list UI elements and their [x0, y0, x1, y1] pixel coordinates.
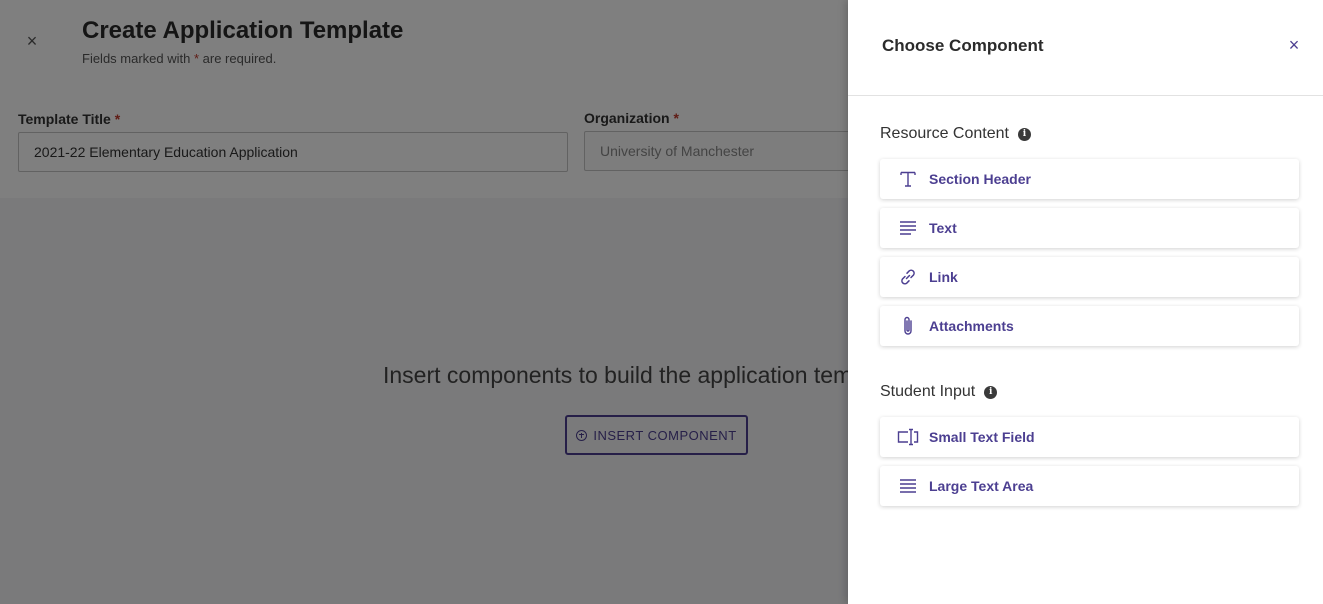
- close-icon[interactable]: ×: [1285, 36, 1303, 54]
- component-label: Text: [929, 220, 957, 236]
- section-resource-content: Resource Content i: [880, 125, 1031, 143]
- component-label: Small Text Field: [929, 429, 1035, 445]
- paperclip-icon: [897, 315, 919, 337]
- component-large-text-area[interactable]: Large Text Area: [880, 466, 1299, 506]
- lines-icon: [897, 475, 919, 497]
- link-icon: [897, 266, 919, 288]
- component-label: Section Header: [929, 171, 1031, 187]
- section-title: Resource Content: [880, 125, 1009, 142]
- text-field-icon: [897, 426, 919, 448]
- section-title: Student Input: [880, 383, 976, 400]
- component-small-text-field[interactable]: Small Text Field: [880, 417, 1299, 457]
- component-attachments[interactable]: Attachments: [880, 306, 1299, 346]
- component-link[interactable]: Link: [880, 257, 1299, 297]
- component-text[interactable]: Text: [880, 208, 1299, 248]
- info-icon[interactable]: i: [1017, 127, 1031, 141]
- component-section-header[interactable]: Section Header: [880, 159, 1299, 199]
- text-t-icon: [897, 168, 919, 190]
- drawer-title: Choose Component: [882, 36, 1044, 55]
- info-icon[interactable]: i: [984, 385, 998, 399]
- lines-icon: [897, 217, 919, 239]
- component-label: Attachments: [929, 318, 1014, 334]
- choose-component-drawer: Choose Component × Resource Content i Se…: [848, 0, 1323, 604]
- component-label: Large Text Area: [929, 478, 1034, 494]
- component-label: Link: [929, 269, 958, 285]
- section-student-input: Student Input i: [880, 383, 998, 401]
- drawer-header: Choose Component ×: [848, 0, 1323, 96]
- page: × Create Application Template Fields mar…: [0, 0, 1323, 604]
